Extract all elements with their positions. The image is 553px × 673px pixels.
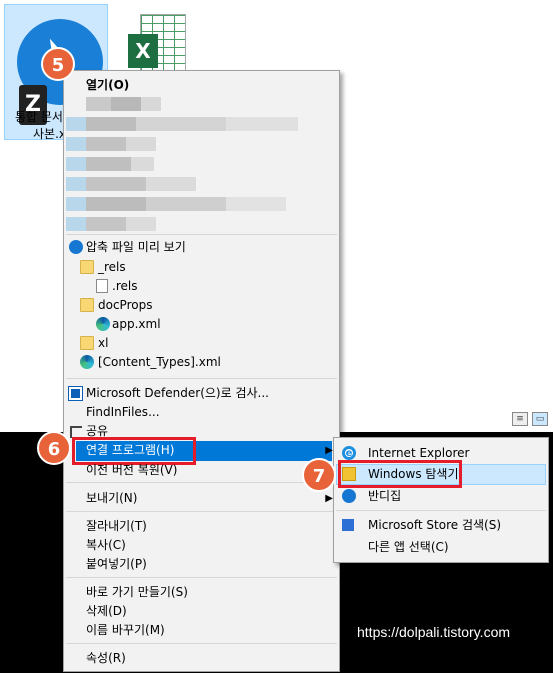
menu-separator: [66, 577, 337, 578]
watermark-url: https://dolpali.tistory.com: [357, 624, 511, 640]
folder-icon: [80, 336, 94, 350]
menu-item-defender[interactable]: Microsoft Defender(으)로 검사...: [64, 384, 339, 403]
blurred-item: [66, 117, 298, 131]
submenu-item-bandizip[interactable]: 반디집: [334, 487, 548, 506]
blurred-item: [66, 197, 286, 211]
shield-icon: [68, 386, 83, 401]
blurred-item: [66, 177, 196, 191]
edge-icon: [96, 317, 110, 331]
menu-item-delete[interactable]: 삭제(D): [64, 602, 339, 621]
menu-item-restore-previous[interactable]: 이전 버전 복원(V): [64, 461, 339, 480]
menu-separator: [66, 511, 337, 512]
menu-separator: [336, 510, 546, 511]
menu-item-paste[interactable]: 붙여넣기(P): [64, 555, 339, 574]
menu-item-cut[interactable]: 잘라내기(T): [64, 517, 339, 536]
submenu-item-choose-other-app[interactable]: 다른 앱 선택(C): [334, 538, 548, 557]
edge-icon: [80, 355, 94, 369]
menu-separator: [66, 234, 337, 235]
open-with-submenu: e Internet Explorer Windows 탐색기 반디집 Micr…: [333, 437, 549, 563]
step-badge-5: 5: [41, 47, 75, 81]
tree-item[interactable]: [Content_Types].xml: [64, 353, 339, 372]
submenu-item-store-search[interactable]: Microsoft Store 검색(S): [334, 516, 548, 535]
folder-icon: [80, 298, 94, 312]
menu-item-create-shortcut[interactable]: 바로 가기 만들기(S): [64, 583, 339, 602]
menu-separator: [66, 378, 337, 379]
excel-icon: X: [128, 34, 158, 68]
tree-item[interactable]: docProps: [64, 296, 339, 315]
blurred-item: [66, 217, 156, 231]
store-icon: [342, 519, 354, 531]
context-menu: 열기(O) 압축 파일 미리 보기 _rels .rels docProps a…: [63, 70, 340, 672]
chevron-right-icon: ▶: [325, 445, 333, 456]
internet-explorer-icon: e: [342, 446, 356, 460]
menu-item-copy[interactable]: 복사(C): [64, 536, 339, 555]
red-highlight-box: [338, 460, 462, 488]
menu-separator: [66, 482, 337, 483]
menu-item-send-to[interactable]: 보내기(N) ▶: [64, 489, 339, 508]
menu-item-open[interactable]: 열기(O): [64, 76, 339, 95]
menu-item-findinfiles[interactable]: FindInFiles...: [64, 403, 339, 422]
tree-item[interactable]: xl: [64, 334, 339, 353]
blurred-item: [66, 97, 161, 111]
large-icons-view-icon[interactable]: ▭: [532, 412, 548, 426]
blurred-item: [66, 137, 156, 151]
view-toggles: ≡ ▭: [510, 410, 552, 430]
file-icon: [96, 279, 108, 293]
excel-file[interactable]: X: [128, 14, 186, 74]
menu-item-properties[interactable]: 속성(R): [64, 649, 339, 668]
bandizip-icon: [342, 489, 356, 503]
folder-icon: [80, 260, 94, 274]
step-badge-7: 7: [302, 458, 336, 492]
tree-item[interactable]: .rels: [64, 277, 339, 296]
menu-separator: [66, 643, 337, 644]
bandizip-icon: [69, 240, 83, 254]
tree-item[interactable]: _rels: [64, 258, 339, 277]
blurred-item: [66, 157, 154, 171]
chevron-right-icon: ▶: [325, 493, 333, 504]
details-view-icon[interactable]: ≡: [512, 412, 528, 426]
step-badge-6: 6: [37, 431, 71, 465]
menu-item-zip-preview[interactable]: 압축 파일 미리 보기: [64, 238, 339, 257]
menu-item-rename[interactable]: 이름 바꾸기(M): [64, 621, 339, 640]
tree-item[interactable]: app.xml: [64, 315, 339, 334]
